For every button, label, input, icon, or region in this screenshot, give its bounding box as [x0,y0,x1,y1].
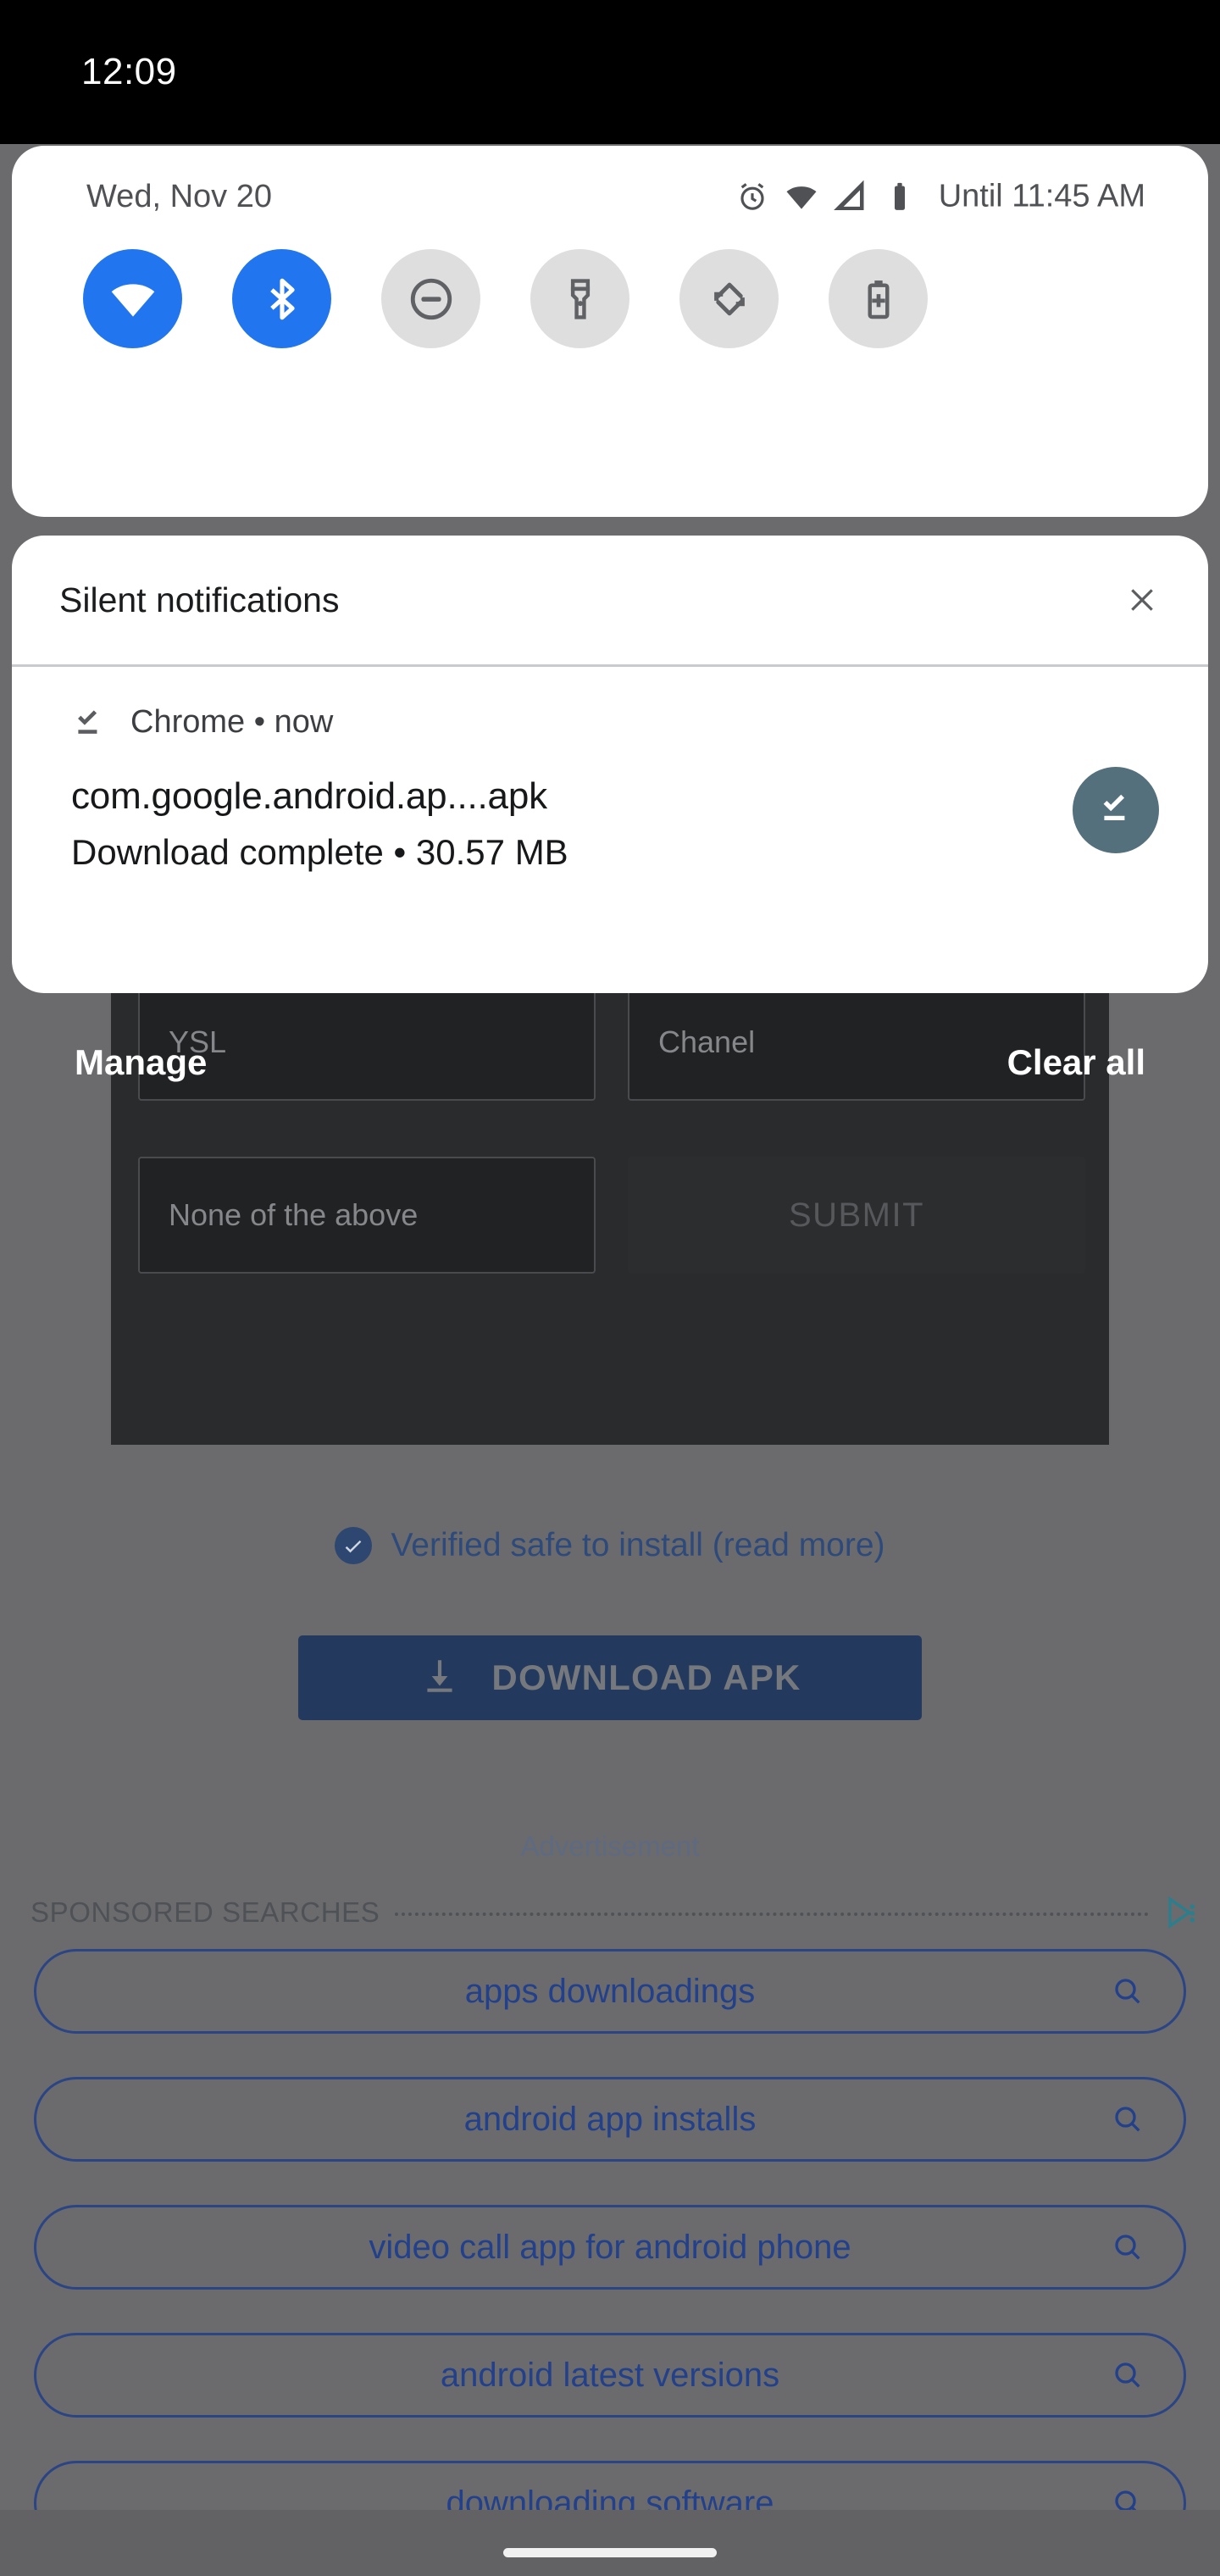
tile-battery-saver[interactable] [829,249,928,348]
manage-button[interactable]: Manage [75,1042,207,1083]
sponsored-search-pill[interactable]: apps downloadings [34,1949,1186,2034]
download-apk-label: DOWNLOAD APK [491,1657,801,1697]
notification-body[interactable]: Chrome • now com.google.android.ap....ap… [12,667,1208,993]
shade-action-row: Manage Clear all [0,1042,1220,1102]
download-done-icon [71,704,107,740]
silent-notifications-header: Silent notifications [12,536,1208,664]
notification-app-row: Chrome • now [12,697,1208,747]
cellular-signal-icon [833,180,868,214]
notification-app-label: Chrome • now [130,703,334,740]
notification-title: com.google.android.ap....apk [71,775,547,817]
tile-flashlight[interactable] [530,249,629,348]
android-notification-shade-screen: YSL Chanel None of the above SUBMIT Veri… [0,0,1220,2576]
tile-do-not-disturb[interactable] [381,249,480,348]
advertisement-label: Advertisement [520,1830,700,1862]
sponsored-search-label: android latest versions [440,2356,780,2394]
section-header-label: Silent notifications [59,580,340,619]
auto-rotate-icon [705,275,754,324]
survey-submit-button[interactable]: SUBMIT [628,1157,1085,1274]
survey-option-label: None of the above [169,1197,419,1232]
flashlight-icon [557,275,604,323]
status-bar: 12:09 [0,0,1220,144]
wifi-icon [107,273,159,325]
sponsored-searches-title: SPONSORED SEARCHES [30,1896,380,1928]
battery-icon [883,180,917,214]
close-icon[interactable] [1120,578,1164,622]
adchoices-icon[interactable] [1164,1895,1200,1930]
download-done-icon [1095,788,1136,833]
sponsored-search-label: android app installs [463,2100,757,2138]
battery-saver-icon [855,275,902,323]
alarm-icon [735,180,769,214]
do-not-disturb-icon [407,275,456,324]
tile-auto-rotate[interactable] [679,249,779,348]
verified-check-icon [335,1527,373,1564]
search-icon [1111,2358,1145,2392]
download-icon [419,1655,461,1702]
sponsored-search-label: apps downloadings [464,1972,756,2010]
download-apk-button[interactable]: DOWNLOAD APK [298,1635,922,1720]
search-icon [1111,2230,1145,2264]
search-icon [1111,1974,1145,2008]
navigation-bar [0,2510,1220,2576]
dnd-until-text: Until 11:45 AM [938,178,1145,214]
clear-all-button[interactable]: Clear all [1007,1042,1145,1083]
tile-wifi[interactable] [83,249,182,348]
bluetooth-icon [258,275,307,324]
sponsored-search-pill[interactable]: video call app for android phone [34,2205,1186,2290]
quick-settings-tiles [12,249,1208,348]
status-bar-clock: 12:09 [81,51,177,92]
tile-bluetooth[interactable] [232,249,331,348]
notification-card: Silent notifications Chrome • now com.go… [12,536,1208,993]
quick-settings-panel: Wed, Nov 20 Until 11:45 AM [12,146,1208,517]
sponsored-search-label: video call app for android phone [369,2228,851,2266]
notification-download-action-button[interactable] [1073,767,1159,853]
wifi-icon [785,180,818,214]
notification-subtitle: Download complete • 30.57 MB [71,832,568,872]
verified-safe-row[interactable]: Verified safe to install (read more) [0,1527,1220,1564]
sponsored-searches-header: SPONSORED SEARCHES [30,1891,1200,1934]
dotted-divider [395,1913,1149,1916]
quick-settings-status-icons: Until 11:45 AM [735,179,1145,215]
survey-option-none-of-the-above[interactable]: None of the above [138,1157,596,1274]
home-indicator[interactable] [503,2548,717,2557]
sponsored-search-pill[interactable]: android latest versions [34,2333,1186,2418]
survey-submit-label: SUBMIT [788,1196,925,1234]
quick-settings-header: Wed, Nov 20 Until 11:45 AM [12,146,1208,247]
search-icon [1111,2102,1145,2136]
sponsored-search-pill[interactable]: android app installs [34,2077,1186,2162]
quick-settings-date: Wed, Nov 20 [86,178,272,214]
verified-safe-text: Verified safe to install (read more) [391,1527,885,1563]
